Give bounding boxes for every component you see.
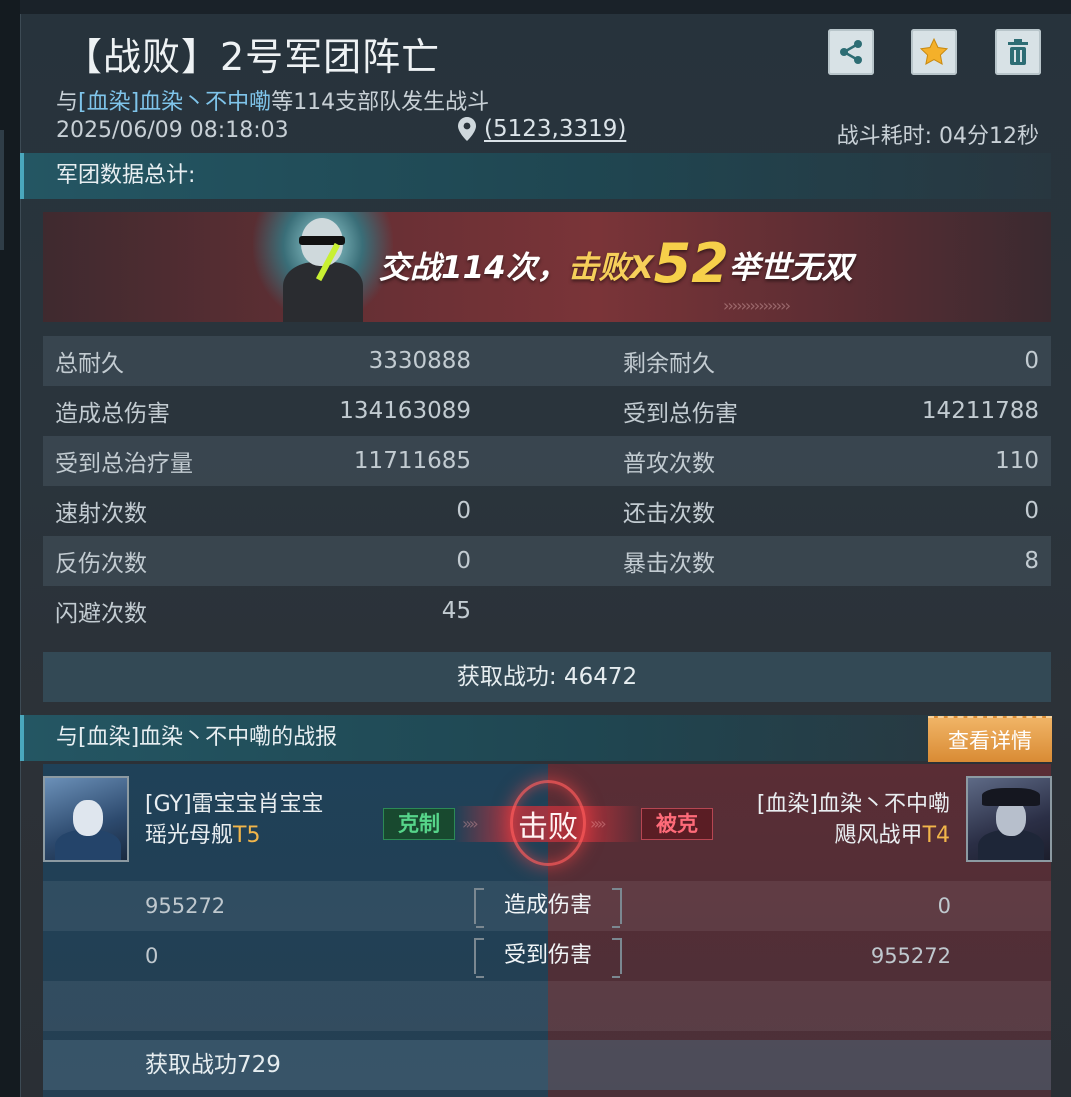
opponent-link[interactable]: [血染]血染丶不中嘞 xyxy=(78,90,271,115)
subtitle-suffix: 等114支部队发生战斗 xyxy=(271,90,490,115)
battle-datetime: 2025/06/09 08:18:03 xyxy=(56,118,289,143)
defender-unit: 飓风战甲 xyxy=(834,823,923,848)
battle-duration: 战斗耗时: 04分12秒 xyxy=(836,124,1039,149)
share-icon xyxy=(840,40,862,64)
damage-dealt-label: 造成伤害 xyxy=(474,888,622,928)
left-edge-strip xyxy=(0,0,20,1097)
attacker-tier: T5 xyxy=(233,823,261,848)
location-pin-icon xyxy=(458,117,476,141)
report-merit: 获取战功729 xyxy=(145,1052,281,1078)
attacker-damage-taken: 0 xyxy=(145,944,159,968)
page-title: 【战败】2号军团阵亡 xyxy=(64,35,441,79)
attacker-damage-dealt: 955272 xyxy=(145,894,226,918)
damage-taken-row: 0 受到伤害 955272 xyxy=(43,931,1051,981)
damage-taken-label: 受到伤害 xyxy=(474,938,622,978)
attacker-avatar[interactable] xyxy=(43,776,129,862)
star-icon xyxy=(919,37,949,65)
stats-row: 闪避次数 45 xyxy=(55,598,471,627)
stats-row: 速射次数 0 还击次数 0 xyxy=(55,498,1039,527)
battle-result: 击败 xyxy=(518,810,578,845)
stats-row: 反伤次数 0 暴击次数 8 xyxy=(43,536,1051,586)
scroll-indicator[interactable] xyxy=(0,130,4,250)
defender-damage-taken: 955272 xyxy=(870,944,951,968)
defender-player-name: [血染]血染丶不中嘞 xyxy=(756,792,950,817)
banner-decoration: ››››››››››››››› xyxy=(723,296,791,315)
coordinates-link[interactable]: (5123,3319) xyxy=(458,116,626,142)
attacker-info: [GY]雷宝宝肖宝宝 瑶光母舰T5 xyxy=(145,789,324,851)
report-section-header: 与[血染]血染丶不中嘞的战报 xyxy=(20,715,1051,761)
empty-row xyxy=(43,981,1051,1031)
defender-tier: T4 xyxy=(922,823,950,848)
merit-total: 获取战功: 46472 xyxy=(43,652,1051,702)
defender-damage-dealt: 0 xyxy=(937,894,951,918)
stats-row: 受到总治疗量 11711685 普攻次数 110 xyxy=(43,436,1051,486)
attacker-unit: 瑶光母舰 xyxy=(145,823,234,848)
damage-dealt-row: 955272 造成伤害 0 xyxy=(43,881,1051,931)
stats-table: 总耐久 3330888 剩余耐久 0 造成总伤害 134163089 受到总伤害 142… xyxy=(43,336,1051,636)
attacker-player-name: [GY]雷宝宝肖宝宝 xyxy=(145,792,324,817)
commander-portrait xyxy=(253,212,393,322)
advantage-tag: 克制 xyxy=(383,808,455,840)
view-details-button[interactable]: 查看详情 xyxy=(928,716,1052,762)
delete-button[interactable] xyxy=(995,29,1041,75)
battle-subtitle: 与[血染]血染丶不中嘞等114支部队发生战斗 xyxy=(56,84,489,116)
summary-section-header: 军团数据总计: xyxy=(20,153,1051,199)
defender-info: [血染]血染丶不中嘞 飓风战甲T4 xyxy=(757,789,950,851)
achievement-text: 交战114次，击败X52举世无双 xyxy=(379,232,853,295)
subtitle-prefix: 与 xyxy=(56,90,79,115)
share-button[interactable] xyxy=(828,29,874,75)
stats-row: 造成总伤害 134163089 受到总伤害 14211788 xyxy=(55,398,1039,427)
kill-count: 52 xyxy=(653,232,729,295)
disadvantage-tag: 被克 xyxy=(641,808,713,840)
stats-row: 总耐久 3330888 剩余耐久 0 xyxy=(43,336,1051,386)
defender-avatar[interactable] xyxy=(966,776,1052,862)
trash-icon xyxy=(1008,39,1028,65)
coordinates-text: (5123,3319) xyxy=(484,116,627,142)
favorite-button[interactable] xyxy=(911,29,957,75)
achievement-banner: 交战114次，击败X52举世无双 ››››››››››››››› xyxy=(43,212,1051,322)
report-merit-row: 获取战功729 xyxy=(43,1040,1051,1090)
